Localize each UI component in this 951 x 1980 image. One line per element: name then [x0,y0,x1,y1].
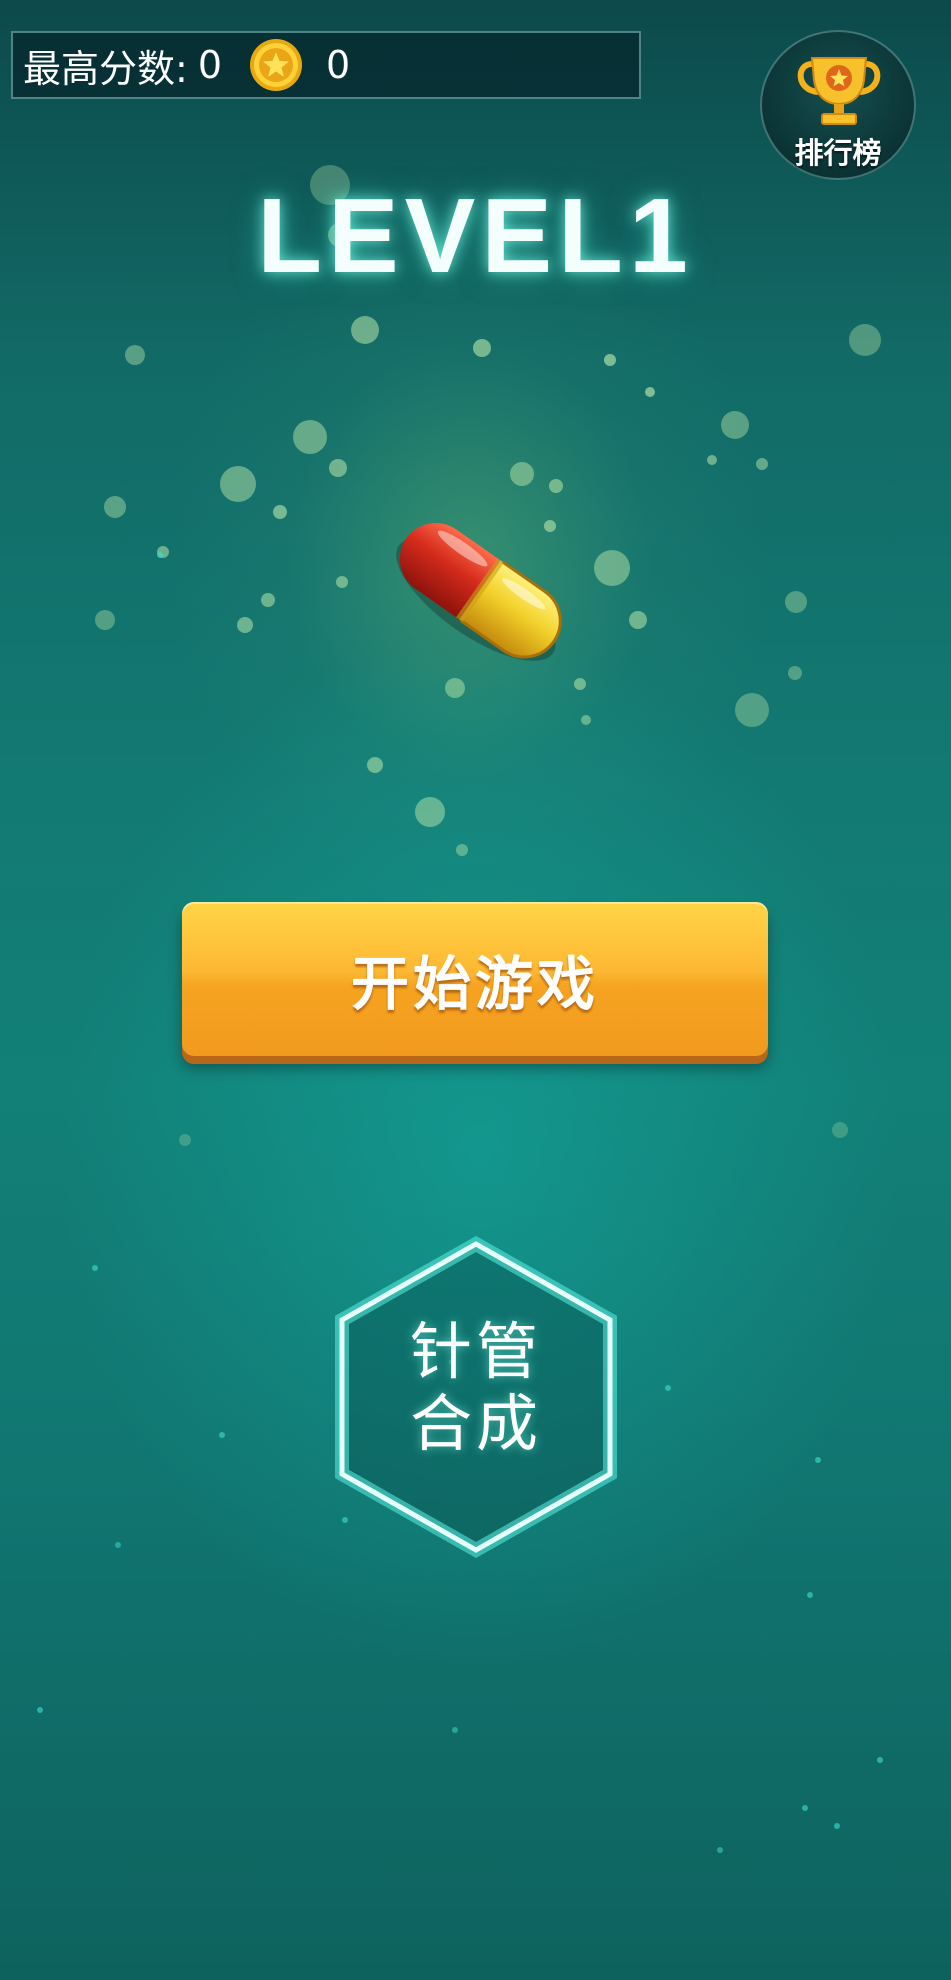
star-coin-icon [250,39,302,91]
level-title: LEVEL1 [257,177,694,295]
leaderboard-label: 排行榜 [794,136,882,170]
syringe-merge-label-line2: 合成 [409,1387,542,1460]
syringe-merge-label: 针管 合成 [328,1316,624,1460]
trophy-icon [797,57,881,125]
score-bar: 最高分数: 0 0 [11,31,641,99]
syringe-merge-button[interactable]: 针管 合成 [328,1232,624,1562]
game-start-screen: 最高分数: 0 0 排行榜 LEVEL1 开始游戏 针管 合成 [0,0,951,1980]
capsule-pill-icon [396,523,562,661]
start-game-button[interactable]: 开始游戏 [182,902,768,1056]
high-score-label: 最高分数: [23,46,188,91]
coin-count: 0 [326,43,351,87]
high-score-value: 0 [197,43,222,87]
syringe-merge-label-line1: 针管 [409,1315,542,1388]
start-game-label: 开始游戏 [350,950,599,1018]
leaderboard-button[interactable]: 排行榜 [760,30,916,180]
